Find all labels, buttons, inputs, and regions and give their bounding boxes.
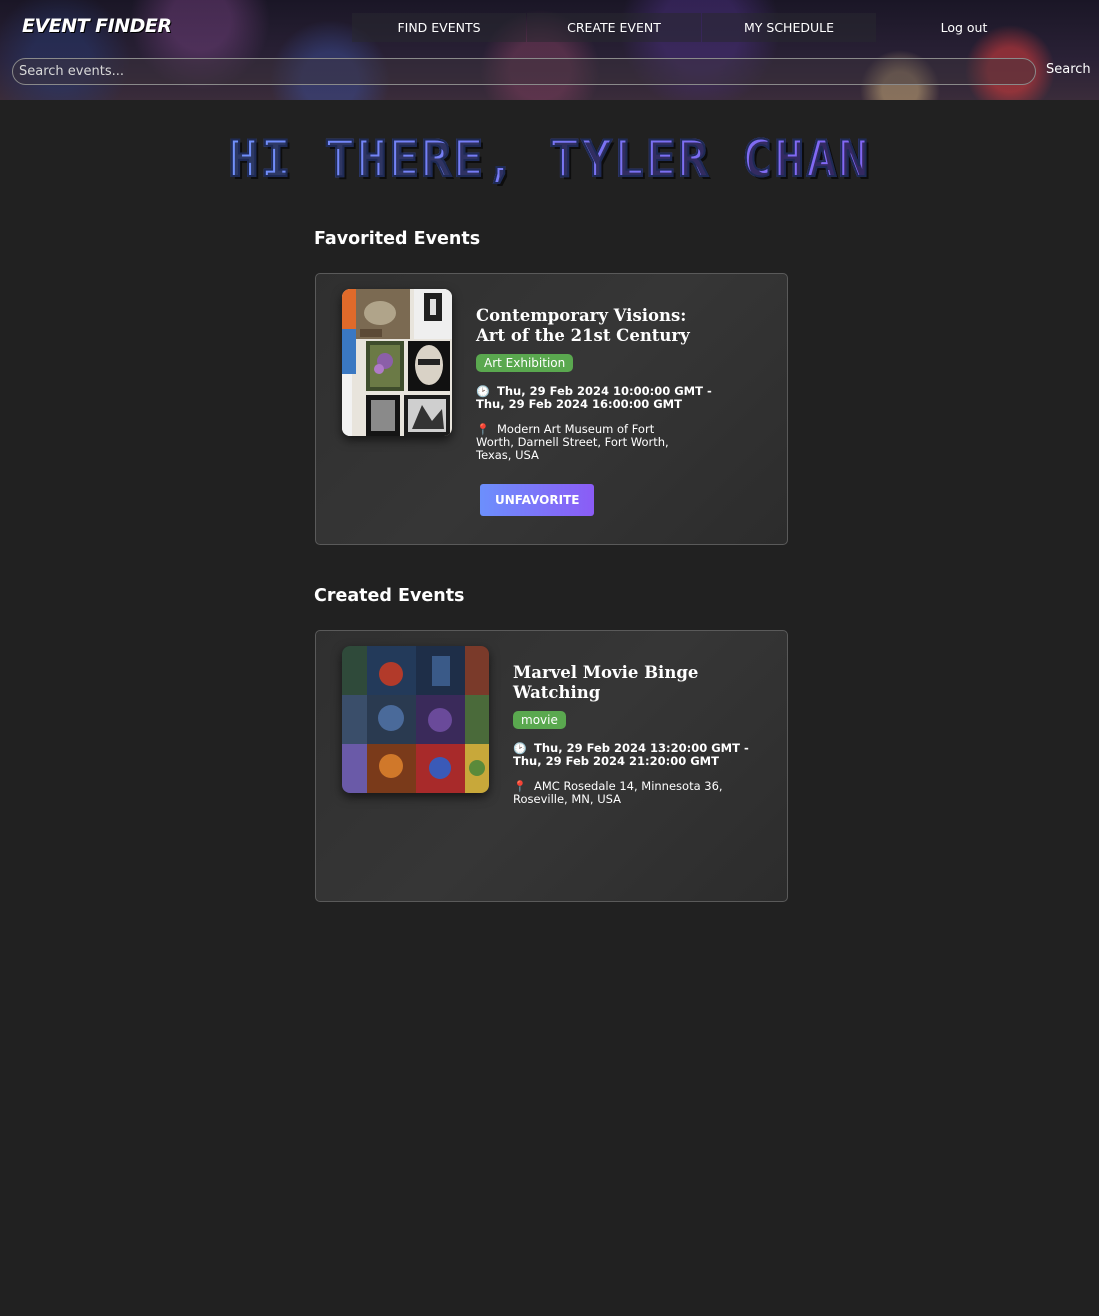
favorited-event-card[interactable]: Contemporary Visions: Art of the 21st Ce…: [315, 273, 788, 545]
top-header: EVENT FINDER FIND EVENTS CREATE EVENT MY…: [0, 0, 1099, 100]
event-title[interactable]: Contemporary Visions: Art of the 21st Ce…: [476, 306, 706, 346]
marvel-movie-thumbnail: [342, 646, 489, 793]
search-button[interactable]: Search: [1046, 62, 1091, 77]
favorited-heading: Favorited Events: [314, 229, 481, 249]
event-datetime: 🕑 Thu, 29 Feb 2024 10:00:00 GMT - Thu, 29…: [476, 385, 716, 411]
event-location-text: AMC Rosedale 14, Minnesota 36, Roseville…: [513, 779, 723, 806]
search-input[interactable]: [12, 58, 1036, 85]
nav-log-out[interactable]: Log out: [877, 13, 1051, 42]
nav-create-event[interactable]: CREATE EVENT: [527, 13, 701, 42]
unfavorite-button[interactable]: UNFAVORITE: [480, 484, 595, 516]
event-datetime-text: Thu, 29 Feb 2024 13:20:00 GMT - Thu, 29 …: [513, 741, 749, 768]
created-heading: Created Events: [314, 586, 465, 606]
art-exhibition-thumbnail: [342, 289, 452, 436]
event-datetime-text: Thu, 29 Feb 2024 10:00:00 GMT - Thu, 29 …: [476, 384, 712, 411]
event-location: 📍 AMC Rosedale 14, Minnesota 36, Rosevill…: [513, 780, 743, 806]
favorited-event-details: Contemporary Visions: Art of the 21st Ce…: [476, 306, 716, 516]
main-nav: FIND EVENTS CREATE EVENT MY SCHEDULE Log…: [352, 13, 1052, 42]
greeting-title: HI THERE, TYLER CHAN: [0, 129, 1099, 189]
event-title[interactable]: Marvel Movie Binge Watching: [513, 663, 743, 703]
created-event-details: Marvel Movie Binge Watching movie 🕑 Thu, …: [513, 663, 753, 806]
event-location-text: Modern Art Museum of Fort Worth, Darnell…: [476, 422, 669, 462]
nav-my-schedule[interactable]: MY SCHEDULE: [702, 13, 876, 42]
category-tag: movie: [513, 711, 566, 729]
nav-find-events[interactable]: FIND EVENTS: [352, 13, 526, 42]
site-logo[interactable]: EVENT FINDER: [22, 15, 172, 37]
category-tag: Art Exhibition: [476, 354, 574, 372]
event-datetime: 🕑 Thu, 29 Feb 2024 13:20:00 GMT - Thu, 29…: [513, 742, 753, 768]
created-event-card[interactable]: Marvel Movie Binge Watching movie 🕑 Thu, …: [315, 630, 788, 902]
event-location: 📍 Modern Art Museum of Fort Worth, Darnel…: [476, 423, 686, 462]
